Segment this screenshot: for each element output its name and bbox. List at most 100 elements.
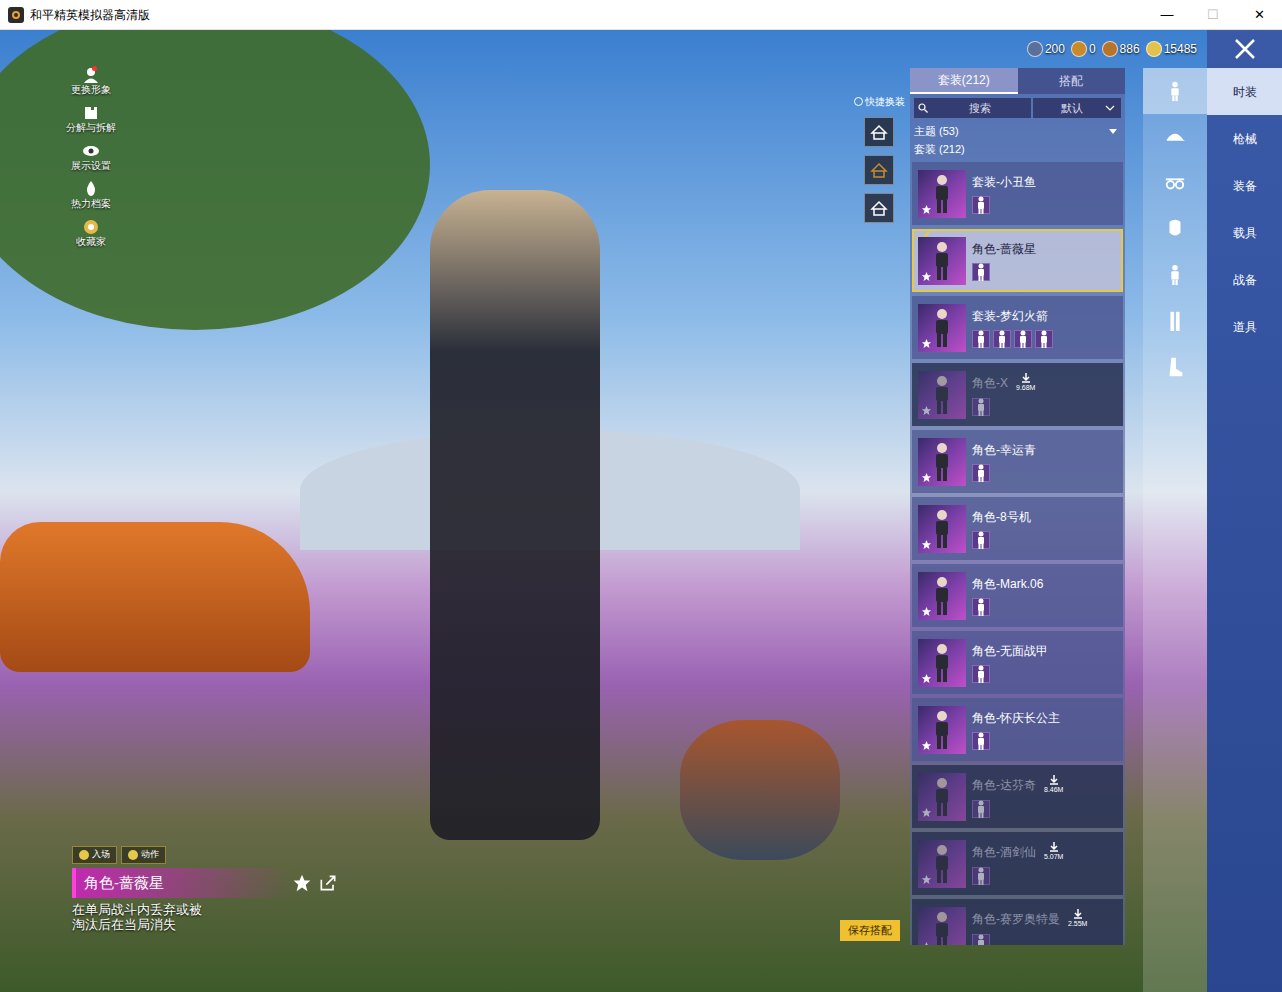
group-header[interactable]: 主题 (53) xyxy=(914,122,1121,140)
star-icon xyxy=(921,472,932,483)
download-badge[interactable]: 8.46M xyxy=(1044,775,1063,794)
nav-tab[interactable]: 时装 xyxy=(1207,68,1282,115)
outfit-item[interactable]: 角色-酒剑仙 5.07M xyxy=(912,832,1123,895)
window-title: 和平精英模拟器高清版 xyxy=(30,6,150,24)
quick-slot[interactable] xyxy=(864,155,894,185)
search-field[interactable]: 搜索 xyxy=(914,98,1031,118)
side-menu-item[interactable]: 展示设置 xyxy=(71,142,111,172)
category-icon xyxy=(1164,309,1186,333)
side-menu-item[interactable]: 收藏家 xyxy=(76,218,106,248)
panel-tab[interactable]: 套装(212) xyxy=(910,68,1018,94)
figure-icon xyxy=(974,398,988,416)
category-tab[interactable] xyxy=(1143,206,1207,252)
item-thumbnail xyxy=(918,639,966,687)
item-thumbnail xyxy=(918,170,966,218)
item-name: 套装-小丑鱼 xyxy=(972,174,1036,190)
nav-tab[interactable]: 载具 xyxy=(1207,209,1282,256)
nav-tab[interactable]: 战备 xyxy=(1207,256,1282,303)
star-icon xyxy=(921,405,932,416)
nav-tab[interactable]: 道具 xyxy=(1207,303,1282,350)
download-icon xyxy=(1073,909,1083,919)
part-thumb xyxy=(972,598,990,616)
outfit-item[interactable]: 角色-无面战甲 xyxy=(912,631,1123,694)
nav-tab[interactable]: 枪械 xyxy=(1207,115,1282,162)
download-size: 8.46M xyxy=(1044,785,1063,794)
category-icon xyxy=(1164,263,1186,287)
item-thumbnail xyxy=(918,907,966,946)
group-header[interactable]: 套装 (212) xyxy=(914,140,1121,158)
menu-icon xyxy=(82,66,100,84)
panel-tab[interactable]: 搭配 xyxy=(1018,68,1126,94)
item-thumbnail xyxy=(918,237,966,285)
category-tab[interactable] xyxy=(1143,344,1207,390)
figure-icon xyxy=(974,598,988,616)
download-badge[interactable]: 5.07M xyxy=(1044,842,1063,861)
quick-slot[interactable] xyxy=(864,117,894,147)
hanger-icon xyxy=(870,161,888,179)
item-name: 角色-8号机 xyxy=(972,509,1031,525)
character-icon xyxy=(931,777,953,817)
share-icon[interactable] xyxy=(318,873,338,893)
side-menu-item[interactable]: 热力档案 xyxy=(71,180,111,210)
outfit-item[interactable]: 角色-达芬奇 8.46M xyxy=(912,765,1123,828)
outfit-item[interactable]: 角色-Mark.06 xyxy=(912,564,1123,627)
download-badge[interactable]: 2.55M xyxy=(1068,909,1087,928)
category-tab[interactable] xyxy=(1143,114,1207,160)
figure-icon xyxy=(974,196,988,214)
download-size: 9.68M xyxy=(1016,383,1035,392)
window-control[interactable]: ✕ xyxy=(1236,0,1282,29)
item-name: 角色-达芬奇 xyxy=(972,777,1036,793)
coin-icon xyxy=(1027,41,1043,57)
quick-slot[interactable] xyxy=(864,193,894,223)
character-icon xyxy=(931,643,953,683)
outfit-item[interactable]: 套装-小丑鱼 xyxy=(912,162,1123,225)
nav-tab[interactable]: 装备 xyxy=(1207,162,1282,209)
category-icon xyxy=(1164,79,1186,103)
outfit-item[interactable]: 角色-蔷薇星 xyxy=(912,229,1123,292)
close-icon[interactable] xyxy=(1233,37,1257,61)
hanger-icon xyxy=(870,199,888,217)
item-name: 角色-酒剑仙 xyxy=(972,844,1036,860)
outfit-item[interactable]: 角色-赛罗奥特曼 2.55M xyxy=(912,899,1123,945)
character-icon xyxy=(931,174,953,214)
item-thumbnail xyxy=(918,304,966,352)
item-name: 角色-X xyxy=(972,375,1008,391)
side-menu-item[interactable]: 更换形象 xyxy=(71,66,111,96)
window-control[interactable]: ☐ xyxy=(1190,0,1236,29)
title-bar: 和平精英模拟器高清版 —☐✕ xyxy=(0,0,1282,30)
category-tab[interactable] xyxy=(1143,160,1207,206)
quick-change-label: 快捷换装 xyxy=(865,94,905,109)
figure-icon xyxy=(974,867,988,885)
category-icon xyxy=(1164,171,1186,195)
side-menu-item[interactable]: 分解与拆解 xyxy=(66,104,116,134)
star-icon xyxy=(921,204,932,215)
star-icon xyxy=(921,673,932,684)
item-name: 角色-赛罗奥特曼 xyxy=(972,911,1060,927)
item-thumbnail xyxy=(918,773,966,821)
sort-dropdown[interactable]: 默认 xyxy=(1033,98,1121,118)
search-icon xyxy=(918,103,928,113)
character-icon xyxy=(931,710,953,750)
save-button[interactable]: 保存搭配 xyxy=(840,920,900,941)
app-window: 和平精英模拟器高清版—☐✕更换形象分解与拆解展示设置热力档案收藏家入场动作角色-… xyxy=(0,0,1282,992)
item-name: 角色-蔷薇星 xyxy=(972,241,1036,257)
outfit-item[interactable]: 角色-幸运青 xyxy=(912,430,1123,493)
currency: 0 xyxy=(1071,40,1096,58)
info-tab[interactable]: 入场 xyxy=(72,846,117,864)
window-control[interactable]: — xyxy=(1144,0,1190,29)
category-tab[interactable] xyxy=(1143,68,1207,114)
currency: 15485 xyxy=(1146,40,1197,58)
outfit-name: 角色-蔷薇星 xyxy=(72,868,292,899)
outfit-item[interactable]: 角色-X 9.68M xyxy=(912,363,1123,426)
download-badge[interactable]: 9.68M xyxy=(1016,373,1035,392)
character xyxy=(430,190,600,840)
category-tab[interactable] xyxy=(1143,298,1207,344)
download-size: 2.55M xyxy=(1068,919,1087,928)
outfit-item[interactable]: 套装-梦幻火箭 xyxy=(912,296,1123,359)
category-tab[interactable] xyxy=(1143,252,1207,298)
info-tab[interactable]: 动作 xyxy=(121,846,166,864)
outfit-item[interactable]: 角色-怀庆长公主 xyxy=(912,698,1123,761)
outfit-item[interactable]: 角色-8号机 xyxy=(912,497,1123,560)
figure-icon xyxy=(974,330,988,348)
favorite-icon[interactable] xyxy=(292,873,312,893)
